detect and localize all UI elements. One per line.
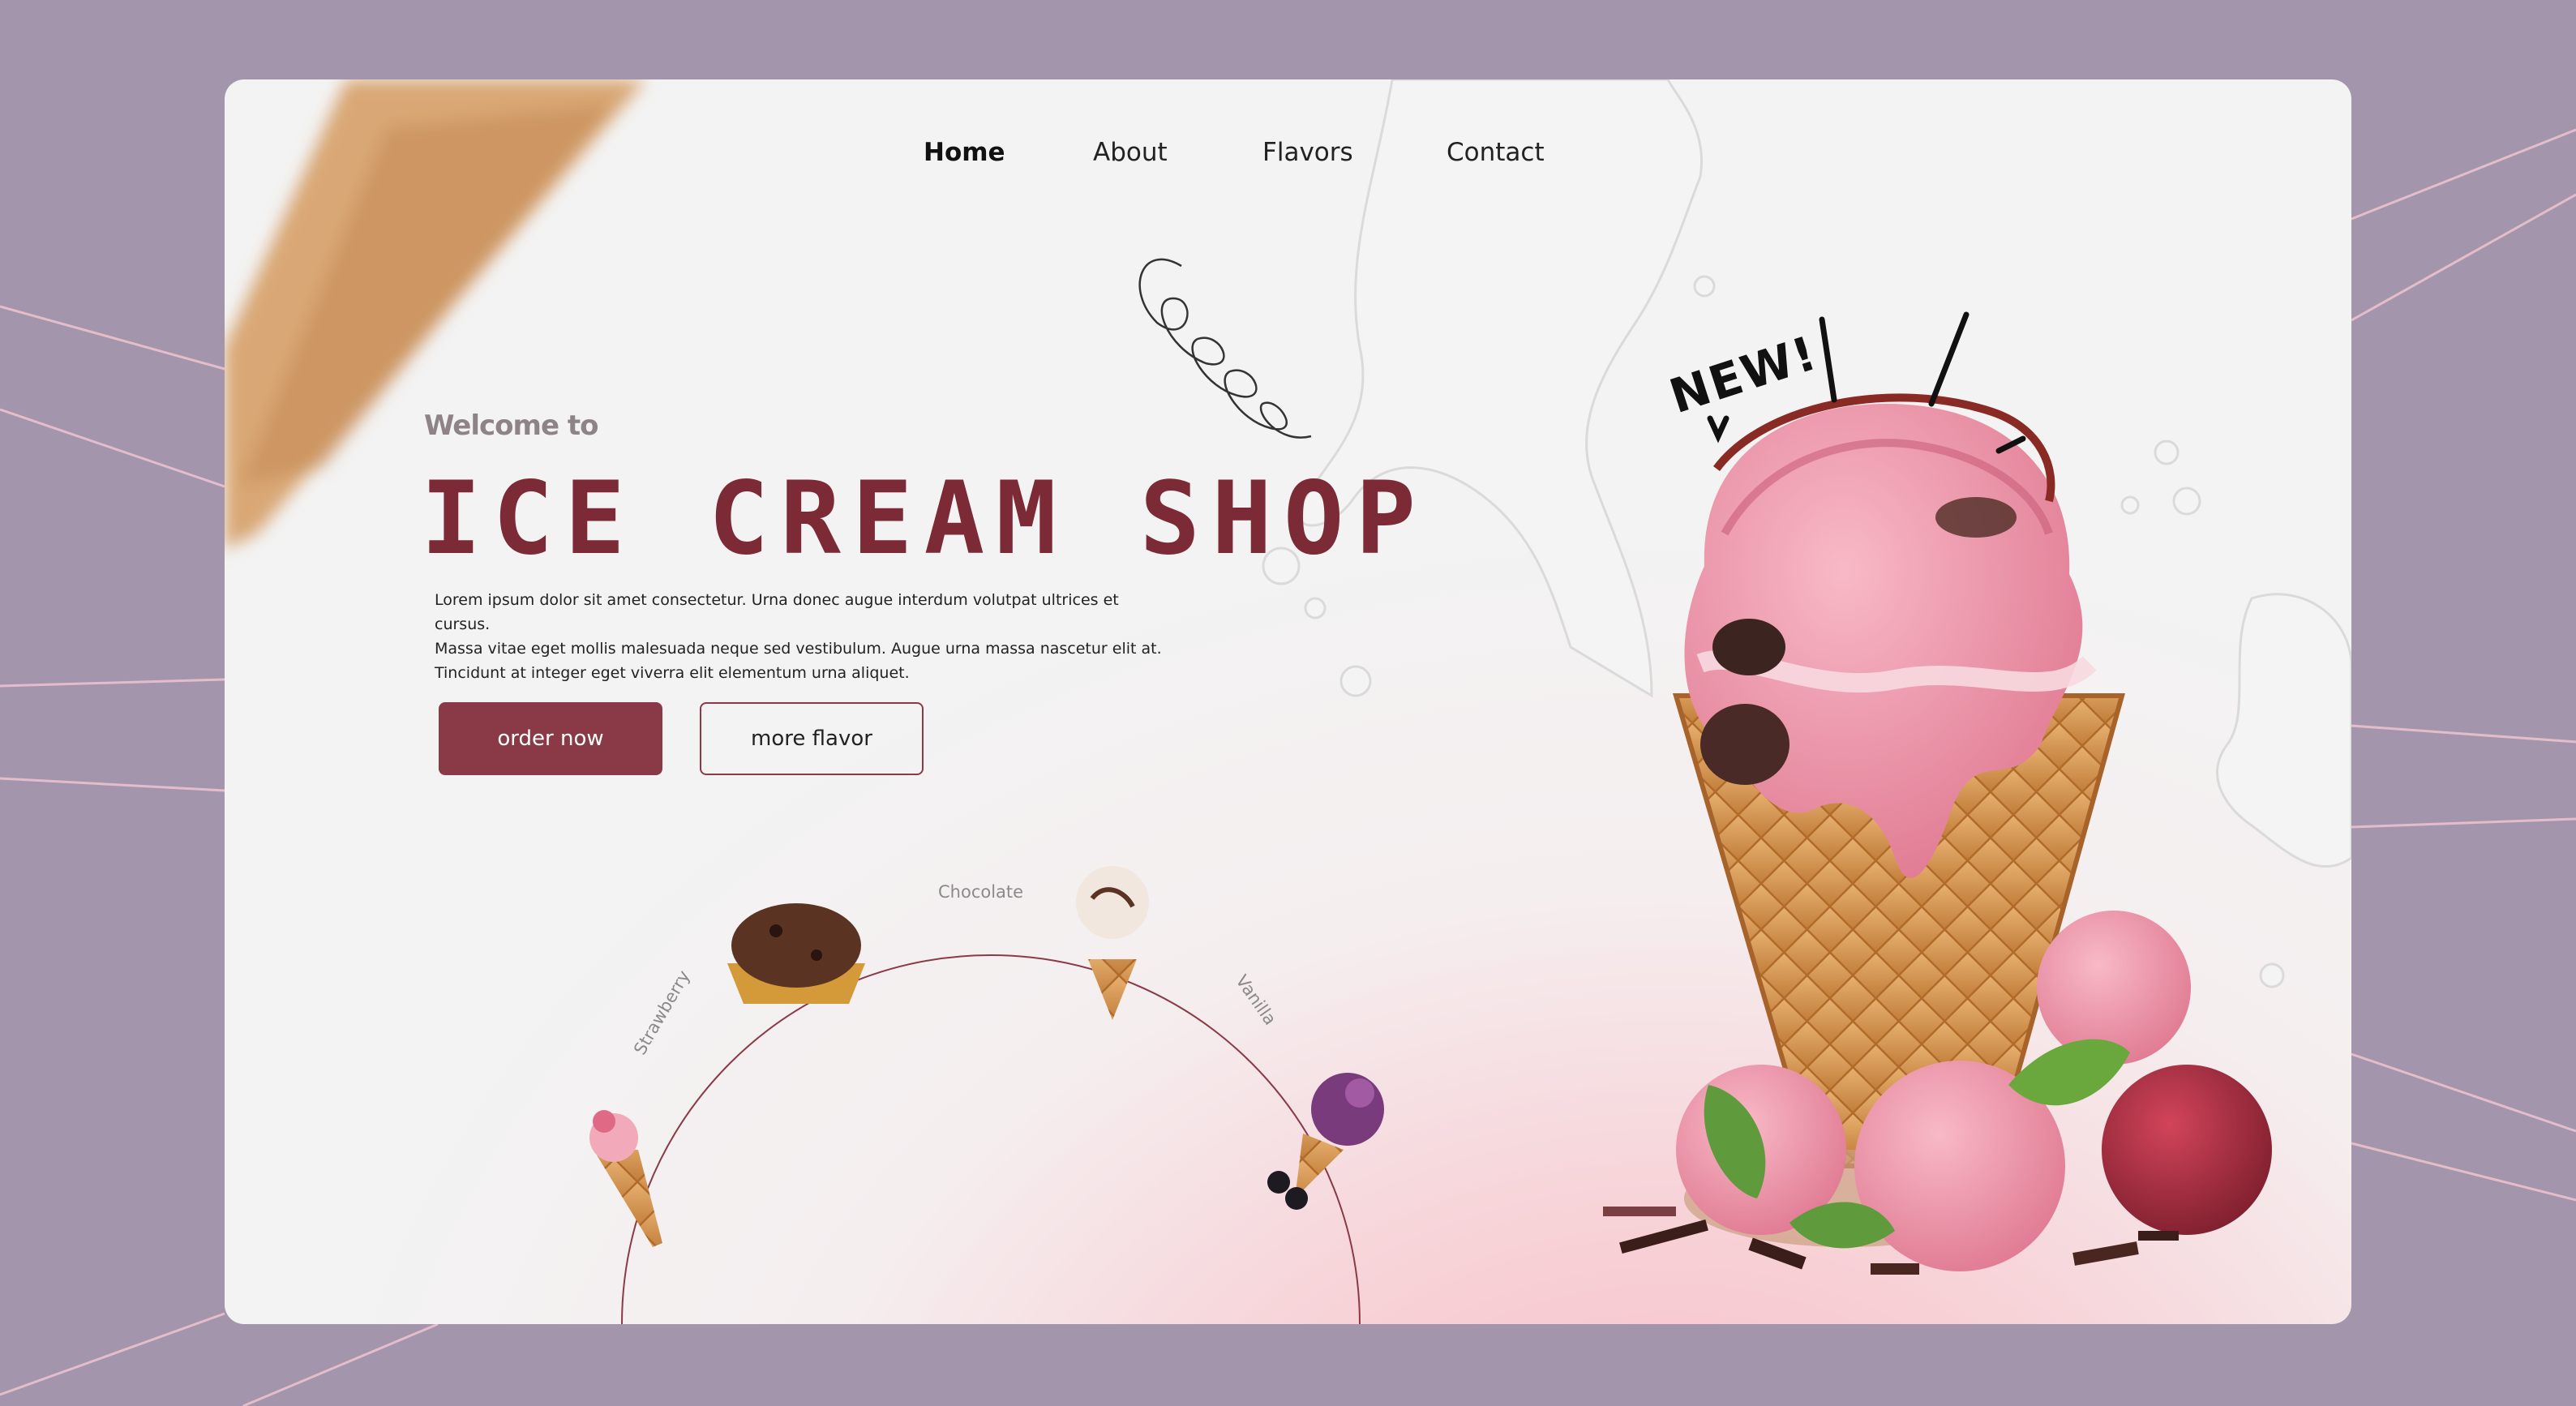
description-line: Lorem ipsum dolor sit amet consectetur. … [435, 591, 1119, 633]
welcome-text: Welcome to [424, 409, 598, 442]
description-line: Tincidunt at integer eget viverra elit e… [435, 664, 910, 682]
hero-description: Lorem ipsum dolor sit amet consectetur. … [435, 588, 1164, 685]
nav-about[interactable]: About [1093, 128, 1168, 177]
vanilla-flavor-image [1076, 866, 1149, 1020]
nav-flavors[interactable]: Flavors [1262, 128, 1353, 177]
squiggle-doodle [1138, 258, 1312, 439]
nav-contact[interactable]: Contact [1447, 128, 1545, 177]
main-nav: Home About Flavors Contact [225, 128, 2351, 177]
blackberry-flavor-image [1267, 1073, 1384, 1210]
landing-card: Home About Flavors Contact NEW! Welcome … [225, 79, 2351, 1324]
more-flavor-button[interactable]: more flavor [700, 702, 924, 775]
page-title: ICE CREAM SHOP [421, 461, 1428, 577]
ice-cream-cone-image [1603, 393, 2272, 1275]
nav-home[interactable]: Home [924, 128, 1005, 177]
arc-label-chocolate: Chocolate [938, 882, 1024, 902]
order-now-button[interactable]: order now [439, 702, 662, 775]
flavor-arc [621, 954, 1361, 1324]
description-line: Massa vitae eget mollis malesuada neque … [435, 640, 1162, 658]
chocolate-flavor-image [727, 903, 865, 1004]
